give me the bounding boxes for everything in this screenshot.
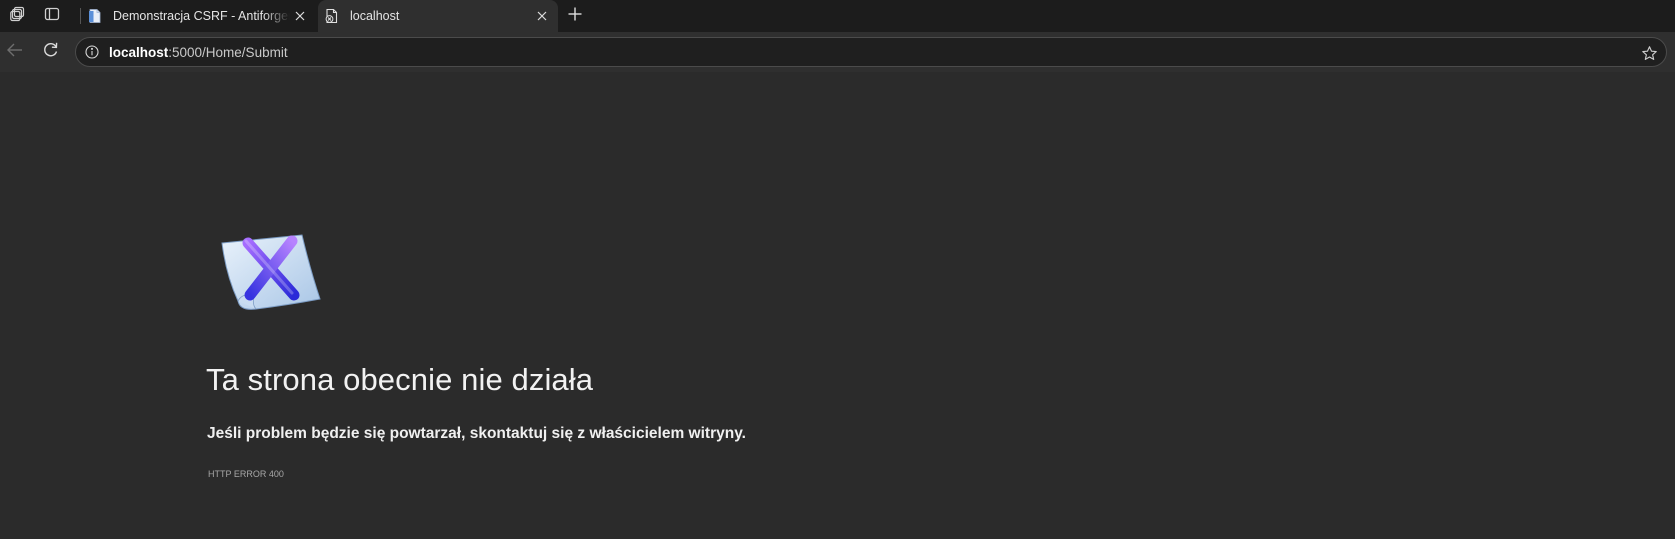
tab-title: Demonstracja CSRF - AntiforgeryDemo bbox=[113, 9, 290, 23]
url-path: :5000/Home/Submit bbox=[168, 44, 288, 60]
back-arrow-icon bbox=[6, 42, 24, 63]
error-code: HTTP ERROR 400 bbox=[208, 469, 284, 479]
star-icon[interactable] bbox=[1640, 44, 1658, 62]
error-heading: Ta strona obecnie nie działa bbox=[206, 362, 594, 397]
tab-title: localhost bbox=[350, 9, 400, 23]
page-error-icon bbox=[324, 8, 340, 24]
plus-icon bbox=[568, 7, 582, 26]
strip-divider bbox=[80, 8, 81, 24]
close-icon[interactable] bbox=[532, 6, 552, 26]
address-bar[interactable]: localhost:5000/Home/Submit bbox=[75, 37, 1667, 67]
tab-strip: Demonstracja CSRF - AntiforgeryDemo loca… bbox=[0, 0, 1675, 32]
error-description: Jeśli problem będzie się powtarzał, skon… bbox=[207, 425, 746, 442]
browser-toolbar: localhost:5000/Home/Submit bbox=[0, 32, 1675, 72]
new-tab-button[interactable] bbox=[562, 3, 588, 29]
reload-icon bbox=[42, 41, 59, 63]
tab-csrf-demo[interactable]: Demonstracja CSRF - AntiforgeryDemo bbox=[84, 0, 316, 32]
tab-localhost[interactable]: localhost bbox=[318, 0, 558, 32]
reload-button[interactable] bbox=[36, 38, 64, 66]
tab-actions-icon bbox=[44, 6, 60, 27]
workspaces-button[interactable] bbox=[4, 3, 32, 29]
document-icon bbox=[87, 8, 103, 24]
tab-actions-button[interactable] bbox=[38, 3, 66, 29]
back-button[interactable] bbox=[1, 38, 29, 66]
close-icon[interactable] bbox=[290, 6, 310, 26]
info-icon[interactable] bbox=[84, 44, 100, 60]
page-content: Ta strona obecnie nie działa Jeśli probl… bbox=[0, 72, 1675, 539]
url-host: localhost bbox=[109, 44, 169, 60]
url-text[interactable]: localhost:5000/Home/Submit bbox=[109, 45, 288, 60]
broken-page-icon bbox=[218, 229, 328, 319]
workspaces-icon bbox=[10, 6, 26, 27]
